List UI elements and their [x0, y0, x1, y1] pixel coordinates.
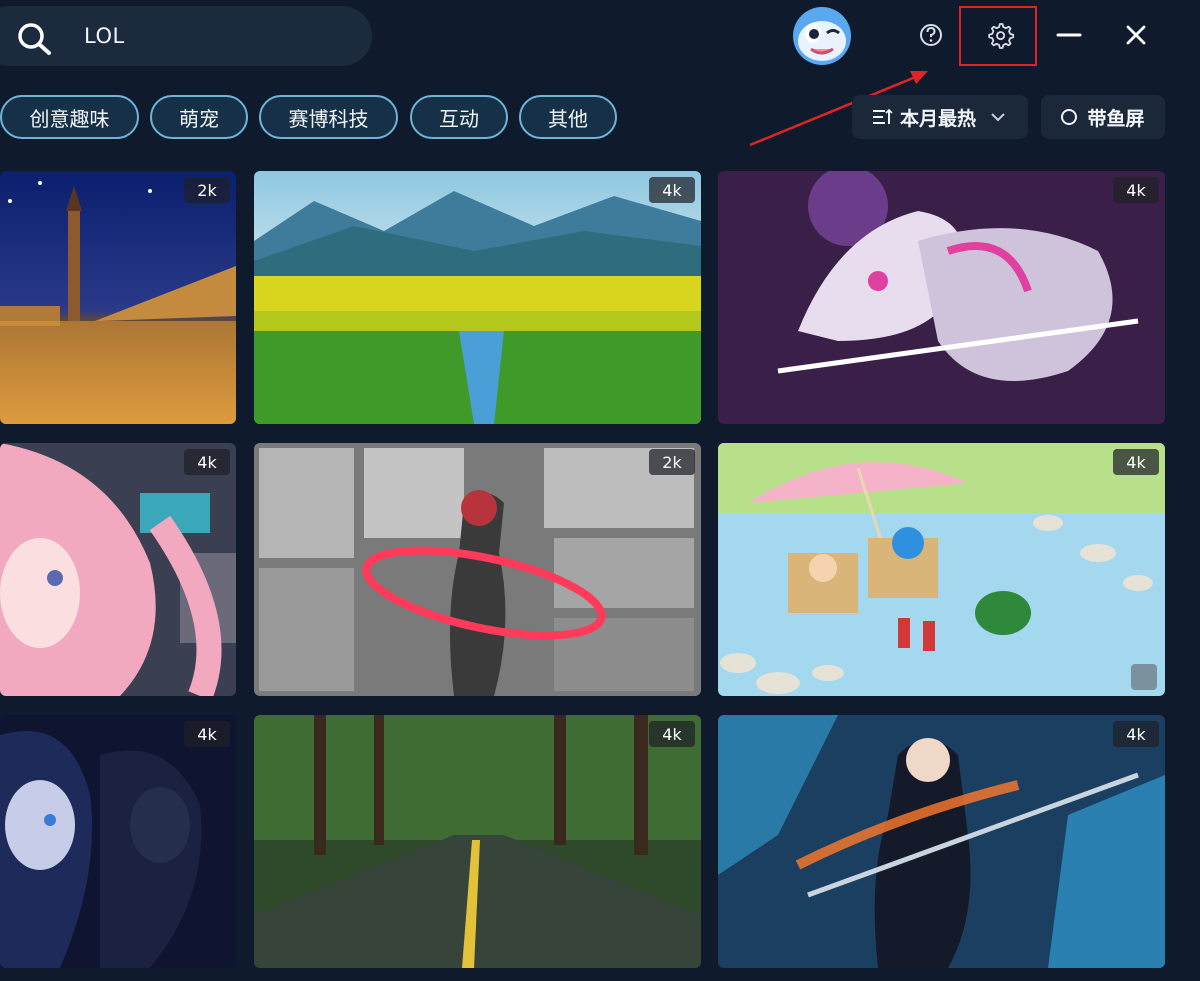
- sort-dropdown[interactable]: 本月最热: [852, 95, 1028, 139]
- resolution-badge: 4k: [184, 449, 230, 475]
- search-input[interactable]: LOL: [84, 24, 125, 48]
- wallpaper-card-manga[interactable]: 2k: [254, 443, 701, 696]
- minimize-icon[interactable]: [1050, 17, 1088, 53]
- fish-screen-toggle[interactable]: 带鱼屏: [1041, 95, 1165, 139]
- wallpaper-card-detective[interactable]: 4k: [0, 715, 236, 968]
- radio-icon[interactable]: [1061, 109, 1078, 125]
- sort-icon: [872, 108, 893, 124]
- forest-road-image: [254, 715, 701, 968]
- wallpaper-card-samurai[interactable]: 4k: [718, 715, 1165, 968]
- settings-highlight-box: [959, 6, 1037, 66]
- resolution-badge: 2k: [184, 177, 230, 203]
- sort-label: 本月最热: [899, 107, 976, 130]
- dragon-image: [718, 171, 1165, 424]
- search-bar[interactable]: LOL: [0, 6, 372, 66]
- wallpaper-card-beach[interactable]: 4k: [718, 443, 1165, 696]
- avatar[interactable]: [791, 5, 853, 67]
- category-chip-interactive[interactable]: 互动: [410, 95, 508, 139]
- close-icon[interactable]: [1118, 17, 1154, 53]
- interactive-wallpaper-icon: [1131, 664, 1157, 690]
- category-chip-creative[interactable]: 创意趣味: [0, 95, 139, 139]
- resolution-badge: 4k: [1113, 721, 1159, 747]
- help-icon[interactable]: [913, 17, 949, 53]
- resolution-badge: 4k: [649, 177, 695, 203]
- wallpaper-card-forest-road[interactable]: 4k: [254, 715, 701, 968]
- chevron-down-icon: [991, 113, 1005, 122]
- samurai-image: [718, 715, 1165, 968]
- manga-image: [254, 443, 701, 696]
- wallpaper-card-dragon[interactable]: 4k: [718, 171, 1165, 424]
- resolution-badge: 4k: [1113, 449, 1159, 475]
- category-chip-other[interactable]: 其他: [519, 95, 617, 139]
- category-chip-cyber-tech[interactable]: 赛博科技: [259, 95, 398, 139]
- beach-image: [718, 443, 1165, 696]
- resolution-badge: 2k: [649, 449, 695, 475]
- resolution-badge: 4k: [1113, 177, 1159, 203]
- fish-screen-label: 带鱼屏: [1087, 107, 1145, 130]
- resolution-badge: 4k: [649, 721, 695, 747]
- pink-girl-image: [0, 443, 236, 696]
- wallpaper-card-pink-girl[interactable]: 4k: [0, 443, 236, 696]
- detective-image: [0, 715, 236, 968]
- search-icon[interactable]: [16, 21, 54, 57]
- venice-image: [0, 171, 236, 424]
- category-chip-pets[interactable]: 萌宠: [150, 95, 248, 139]
- rice-field-image: [254, 171, 701, 424]
- wallpaper-card-rice-field[interactable]: 4k: [254, 171, 701, 424]
- wallpaper-card-venice[interactable]: 2k: [0, 171, 236, 424]
- resolution-badge: 4k: [184, 721, 230, 747]
